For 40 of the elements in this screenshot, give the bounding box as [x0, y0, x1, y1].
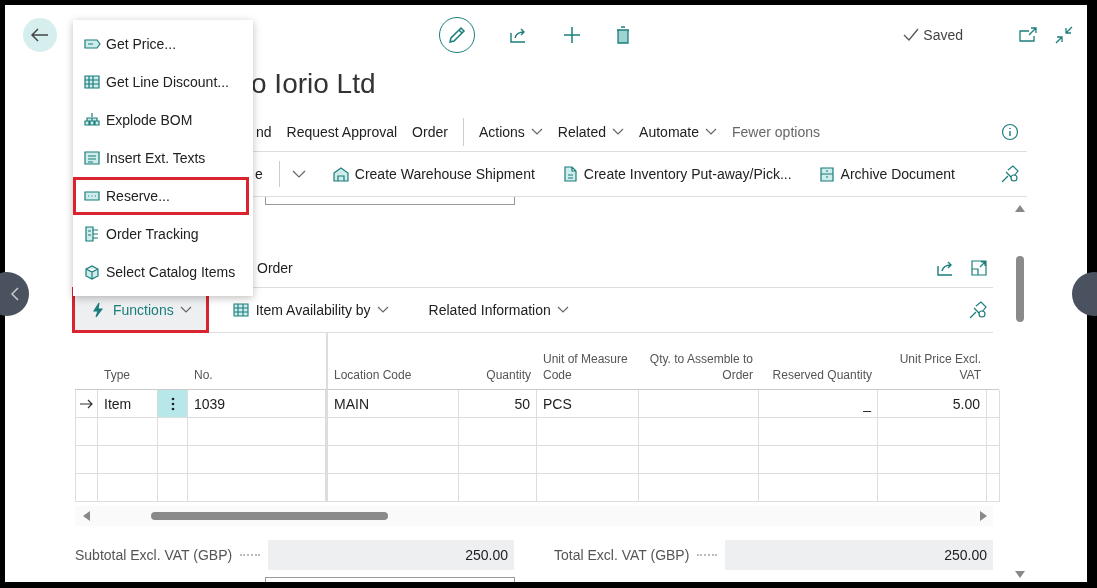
- column-header[interactable]: Reserved Quantity: [759, 333, 878, 390]
- promoted-action-button[interactable]: Create Inventory Put-away/Pick...: [560, 165, 792, 183]
- saved-status: Saved: [923, 27, 963, 43]
- total-value: 250.00: [268, 540, 514, 570]
- column-header[interactable]: No.: [188, 333, 326, 390]
- column-header[interactable]: Type: [98, 333, 158, 390]
- table-cell: 5.00: [878, 390, 987, 418]
- table-cell: 1039: [188, 390, 326, 418]
- promoted-action-button[interactable]: Create Warehouse Shipment: [331, 165, 535, 183]
- total-value: 250.00: [725, 540, 993, 570]
- menu-item[interactable]: Insert Ext. Texts: [73, 139, 253, 177]
- total-label: Total Excl. VAT (GBP): [554, 547, 690, 563]
- promoted-action-button[interactable]: Archive Document: [817, 165, 955, 183]
- menu-item[interactable]: Order Tracking: [73, 215, 253, 253]
- table-cell: 50: [459, 390, 537, 418]
- menu-item[interactable]: Get Line Discount...: [73, 63, 253, 101]
- menu-button[interactable]: Automate: [639, 124, 718, 140]
- column-header[interactable]: Unit Price Excl. VAT: [878, 333, 987, 390]
- menu-button[interactable]: Actions: [478, 124, 543, 140]
- column-header[interactable]: Quantity: [459, 333, 537, 390]
- menu-item[interactable]: Select Catalog Items: [73, 253, 253, 291]
- action-button[interactable]: nd: [256, 124, 272, 140]
- toolbar-menu-button[interactable]: Item Availability by: [217, 290, 403, 330]
- split-button[interactable]: e: [255, 166, 263, 182]
- action-button[interactable]: Request Approval: [286, 124, 398, 140]
- toolbar-menu-button[interactable]: Related Information: [414, 290, 583, 330]
- column-header[interactable]: Unit of Measure Code: [537, 333, 639, 390]
- column-header[interactable]: Location Code: [326, 333, 459, 390]
- table-cell: PCS: [537, 390, 639, 418]
- total-label: Subtotal Excl. VAT (GBP): [75, 547, 233, 563]
- column-header[interactable]: Qty. to Assemble to Order: [639, 333, 759, 390]
- menu-item[interactable]: Explode BOM: [73, 101, 253, 139]
- menu-button[interactable]: Related: [557, 124, 625, 140]
- table-cell: _: [759, 390, 878, 418]
- menu-item[interactable]: Get Price...: [73, 25, 253, 63]
- fewer-options-button[interactable]: Fewer options: [732, 124, 820, 140]
- section-title: Order: [257, 260, 293, 276]
- menu-item[interactable]: Reserve...: [73, 177, 253, 215]
- table-cell: MAIN: [326, 390, 459, 418]
- action-button[interactable]: Order: [412, 124, 448, 140]
